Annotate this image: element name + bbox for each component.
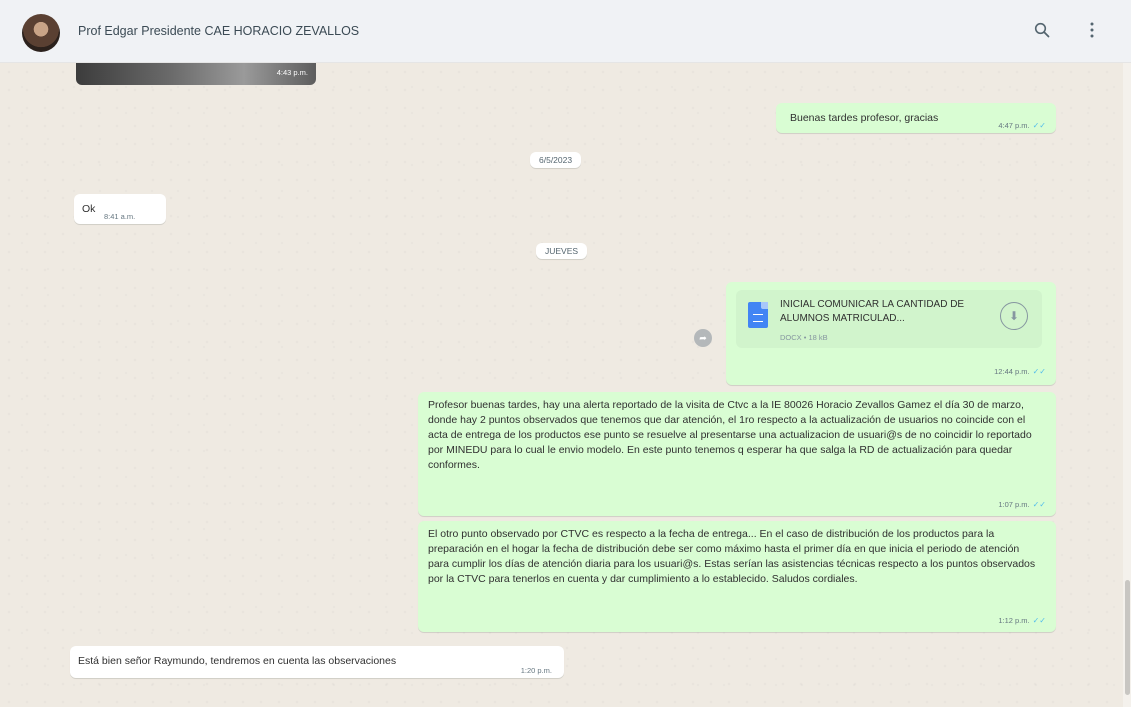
outgoing-message[interactable]: El otro punto observado por CTVC es resp… — [418, 521, 1056, 632]
search-icon[interactable] — [1030, 18, 1054, 42]
message-text: Profesor buenas tardes, hay una alerta r… — [428, 399, 1032, 471]
message-time: 1:07 p.m. ✓✓ — [998, 500, 1046, 509]
document-name: INICIAL COMUNICAR LA CANTIDAD DE ALUMNOS… — [780, 299, 965, 324]
contact-name[interactable]: Prof Edgar Presidente CAE HORACIO ZEVALL… — [78, 24, 359, 38]
message-text: Ok — [82, 203, 96, 215]
double-check-icon: ✓✓ — [1032, 616, 1046, 625]
message-text: Buenas tardes profesor, gracias — [790, 112, 939, 124]
forward-icon[interactable]: ➦ — [694, 329, 712, 347]
outgoing-document-message[interactable]: INICIAL COMUNICAR LA CANTIDAD DE ALUMNOS… — [726, 282, 1056, 385]
message-text: Está bien señor Raymundo, tendremos en c… — [78, 655, 397, 667]
menu-icon[interactable] — [1080, 18, 1104, 42]
date-separator: 6/5/2023 — [530, 152, 582, 168]
media-message[interactable]: 4:43 p.m. — [76, 63, 316, 85]
download-icon[interactable]: ⬇ — [1000, 302, 1028, 330]
conversation-panel[interactable]: 4:43 p.m. Buenas tardes profesor, gracia… — [0, 63, 1131, 707]
document-card[interactable]: INICIAL COMUNICAR LA CANTIDAD DE ALUMNOS… — [736, 290, 1042, 348]
chat-header: Prof Edgar Presidente CAE HORACIO ZEVALL… — [0, 0, 1131, 63]
double-check-icon: ✓✓ — [1032, 121, 1046, 130]
message-time: 1:20 p.m. — [520, 666, 552, 675]
scrollbar-thumb[interactable] — [1125, 580, 1130, 695]
message-time: 1:12 p.m. ✓✓ — [998, 616, 1046, 625]
incoming-message[interactable]: Está bien señor Raymundo, tendremos en c… — [70, 646, 564, 678]
contact-avatar[interactable] — [22, 14, 60, 52]
outgoing-message[interactable]: Profesor buenas tardes, hay una alerta r… — [418, 392, 1056, 516]
message-text: El otro punto observado por CTVC es resp… — [428, 528, 1036, 585]
message-time: 8:41 a.m. — [104, 212, 136, 221]
document-meta: DOCX • 18 kB — [780, 333, 828, 342]
document-icon — [748, 302, 768, 328]
message-time: 4:47 p.m. ✓✓ — [998, 121, 1046, 130]
message-time: 4:43 p.m. — [276, 68, 308, 77]
double-check-icon: ✓✓ — [1032, 367, 1046, 376]
date-separator: JUEVES — [536, 243, 588, 259]
incoming-message[interactable]: Ok 8:41 a.m. — [74, 194, 166, 224]
message-time: 12:44 p.m. ✓✓ — [994, 367, 1046, 376]
double-check-icon: ✓✓ — [1032, 500, 1046, 509]
outgoing-message[interactable]: Buenas tardes profesor, gracias 4:47 p.m… — [776, 103, 1056, 133]
